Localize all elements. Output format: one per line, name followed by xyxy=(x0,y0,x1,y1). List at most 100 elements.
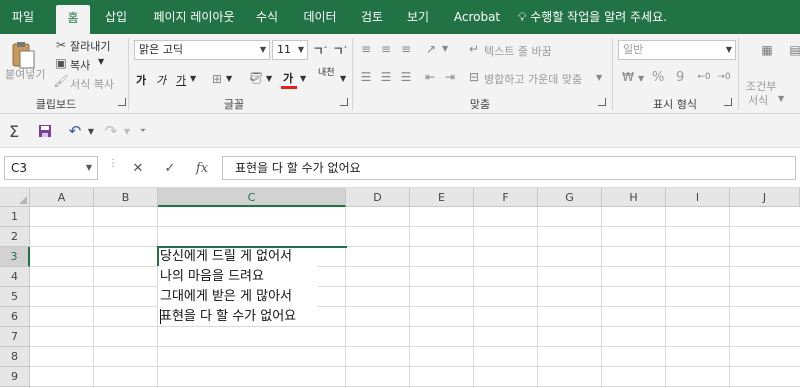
italic-button[interactable]: 가 xyxy=(156,72,166,88)
font-launcher-icon[interactable] xyxy=(340,98,348,106)
tab-insert[interactable]: 삽입 xyxy=(98,0,134,34)
resize-handle[interactable]: ⋮ xyxy=(108,159,118,176)
row-header-8[interactable]: 8 xyxy=(0,347,30,367)
copy-dropdown-icon[interactable]: ▼ xyxy=(98,57,104,66)
alignment-launcher-icon[interactable] xyxy=(598,98,606,106)
copy-icon[interactable]: ▣ xyxy=(54,56,68,70)
tab-file[interactable]: 파일 xyxy=(6,0,40,34)
row-header-9[interactable]: 9 xyxy=(0,367,30,387)
tell-me-box[interactable]: 💡︎ 수행할 작업을 알려 주세요. xyxy=(518,0,667,34)
border-icon[interactable]: ⊞ xyxy=(210,72,224,86)
wrap-text-icon[interactable]: ↵ xyxy=(466,42,482,56)
column-header-i[interactable]: I xyxy=(666,188,730,207)
wrap-text-button[interactable]: 텍스트 줄 바꿈 xyxy=(484,43,552,59)
conditional-format-icon[interactable]: ▦ xyxy=(756,38,778,62)
align-right-icon[interactable]: ☰ xyxy=(398,70,414,84)
column-header-j[interactable]: J xyxy=(730,188,800,207)
fill-color-icon[interactable]: 🪣︎ xyxy=(248,70,264,86)
cell-c5[interactable]: 그대에게 받은 게 많아서 xyxy=(160,287,292,307)
increase-decimal-icon[interactable]: ←0 xyxy=(696,70,712,84)
cell-c3[interactable]: 당신에게 드릴 게 없어서 xyxy=(160,247,292,267)
decrease-decimal-icon[interactable]: →0 xyxy=(716,70,732,84)
insert-function-icon[interactable]: fx xyxy=(190,156,214,180)
align-middle-icon[interactable]: ≡ xyxy=(378,42,394,56)
orientation-icon[interactable]: ↗ xyxy=(422,42,440,56)
column-header-g[interactable]: G xyxy=(538,188,602,207)
chevron-down-icon[interactable]: ▼ xyxy=(596,73,602,82)
formula-input[interactable]: 표현을 다 할 수가 없어요 xyxy=(222,156,796,180)
cell-c6[interactable]: 표현을 다 할 수가 없어요 xyxy=(160,307,296,327)
decrease-indent-icon[interactable]: ⇤ xyxy=(422,70,438,84)
save-icon[interactable] xyxy=(36,121,54,141)
align-center-icon[interactable]: ☰ xyxy=(378,70,394,84)
autosum-icon[interactable]: Σ xyxy=(4,121,24,141)
column-header-h[interactable]: H xyxy=(602,188,666,207)
chevron-down-icon[interactable]: ▼ xyxy=(86,121,96,141)
row-header-1[interactable]: 1 xyxy=(0,207,30,227)
align-bottom-icon[interactable]: ≡ xyxy=(398,42,414,56)
tab-view[interactable]: 보기 xyxy=(400,0,436,34)
column-header-d[interactable]: D xyxy=(346,188,410,207)
tab-review[interactable]: 검토 xyxy=(354,0,390,34)
format-painter-icon[interactable]: 🖌︎ xyxy=(53,74,68,88)
bold-button[interactable]: 가 xyxy=(136,72,146,88)
select-all-button[interactable] xyxy=(0,188,30,207)
chevron-down-icon[interactable]: ▼ xyxy=(778,94,784,103)
row-header-2[interactable]: 2 xyxy=(0,227,30,247)
align-top-icon[interactable]: ≡ xyxy=(358,42,374,56)
column-header-b[interactable]: B xyxy=(94,188,158,207)
scissors-icon[interactable]: ✂ xyxy=(54,38,68,52)
tab-data[interactable]: 데이터 xyxy=(296,0,344,34)
row-header-6[interactable]: 6 xyxy=(0,307,30,327)
undo-icon[interactable]: ↶ xyxy=(66,121,84,141)
name-box[interactable]: C3 ▼ xyxy=(4,156,98,180)
percent-button[interactable]: % xyxy=(652,70,664,85)
number-launcher-icon[interactable] xyxy=(724,98,732,106)
font-name-select[interactable]: 맑은 고딕 ▼ xyxy=(134,40,270,60)
clipboard-launcher-icon[interactable] xyxy=(118,98,126,106)
chevron-down-icon[interactable]: ▼ xyxy=(266,74,272,83)
row-header-5[interactable]: 5 xyxy=(0,287,30,307)
column-header-f[interactable]: F xyxy=(474,188,538,207)
cancel-icon[interactable]: ✕ xyxy=(126,156,150,180)
chevron-down-icon[interactable]: ▼ xyxy=(190,74,196,83)
chevron-down-icon[interactable]: ▼ xyxy=(300,74,306,83)
enter-icon[interactable]: ✓ xyxy=(158,156,182,180)
tab-acrobat[interactable]: Acrobat xyxy=(452,0,502,34)
row-header-7[interactable]: 7 xyxy=(0,327,30,347)
comma-button[interactable]: 9 xyxy=(676,70,684,85)
increase-font-icon[interactable]: ㄱ ˄ xyxy=(312,42,328,58)
column-header-e[interactable]: E xyxy=(410,188,474,207)
column-header-c[interactable]: C xyxy=(158,188,346,207)
merge-center-icon[interactable]: ⊟ xyxy=(466,70,482,84)
font-size-select[interactable]: 11 ▼ xyxy=(272,40,308,60)
decrease-font-icon[interactable]: ㄱ ˅ xyxy=(332,42,348,58)
chevron-down-icon[interactable]: ▼ xyxy=(122,121,132,141)
cell-c4[interactable]: 나의 마음을 드려요 xyxy=(160,267,264,287)
row-header-4[interactable]: 4 xyxy=(0,267,30,287)
align-left-icon[interactable]: ☰ xyxy=(358,70,374,84)
number-format-select[interactable]: 일반 ▼ xyxy=(618,40,736,60)
phonetic-button[interactable]: 내천 xyxy=(318,68,335,78)
paste-button[interactable]: 붙여넣기 xyxy=(5,66,45,82)
column-header-a[interactable]: A xyxy=(30,188,94,207)
redo-icon[interactable]: ↷ xyxy=(102,121,120,141)
increase-indent-icon[interactable]: ⇥ xyxy=(442,70,458,84)
chevron-down-icon[interactable]: ▼ xyxy=(340,74,346,83)
tab-home[interactable]: 홈 xyxy=(56,5,90,34)
currency-icon[interactable]: ₩ xyxy=(620,70,636,84)
chevron-down-icon[interactable]: ▼ xyxy=(442,44,448,53)
format-painter-button[interactable]: 서식 복사 xyxy=(70,76,114,92)
customize-qat-icon[interactable]: ⏷ xyxy=(138,121,148,141)
chevron-down-icon[interactable]: ▼ xyxy=(226,74,232,83)
cut-button[interactable]: 잘라내기 xyxy=(70,38,110,54)
copy-button[interactable]: 복사 xyxy=(70,57,90,73)
font-color-button[interactable]: 가 xyxy=(283,70,293,86)
row-header-3[interactable]: 3 xyxy=(0,247,30,267)
tab-page-layout[interactable]: 페이지 레이아웃 xyxy=(144,0,244,34)
merge-center-button[interactable]: 병합하고 가운데 맞춤 xyxy=(484,71,582,87)
format-as-table-icon[interactable]: ▤ xyxy=(788,38,800,62)
conditional-format-label-2[interactable]: 서식 xyxy=(748,92,768,108)
tab-formulas[interactable]: 수식 xyxy=(250,0,284,34)
underline-button[interactable]: 가 xyxy=(176,72,186,88)
